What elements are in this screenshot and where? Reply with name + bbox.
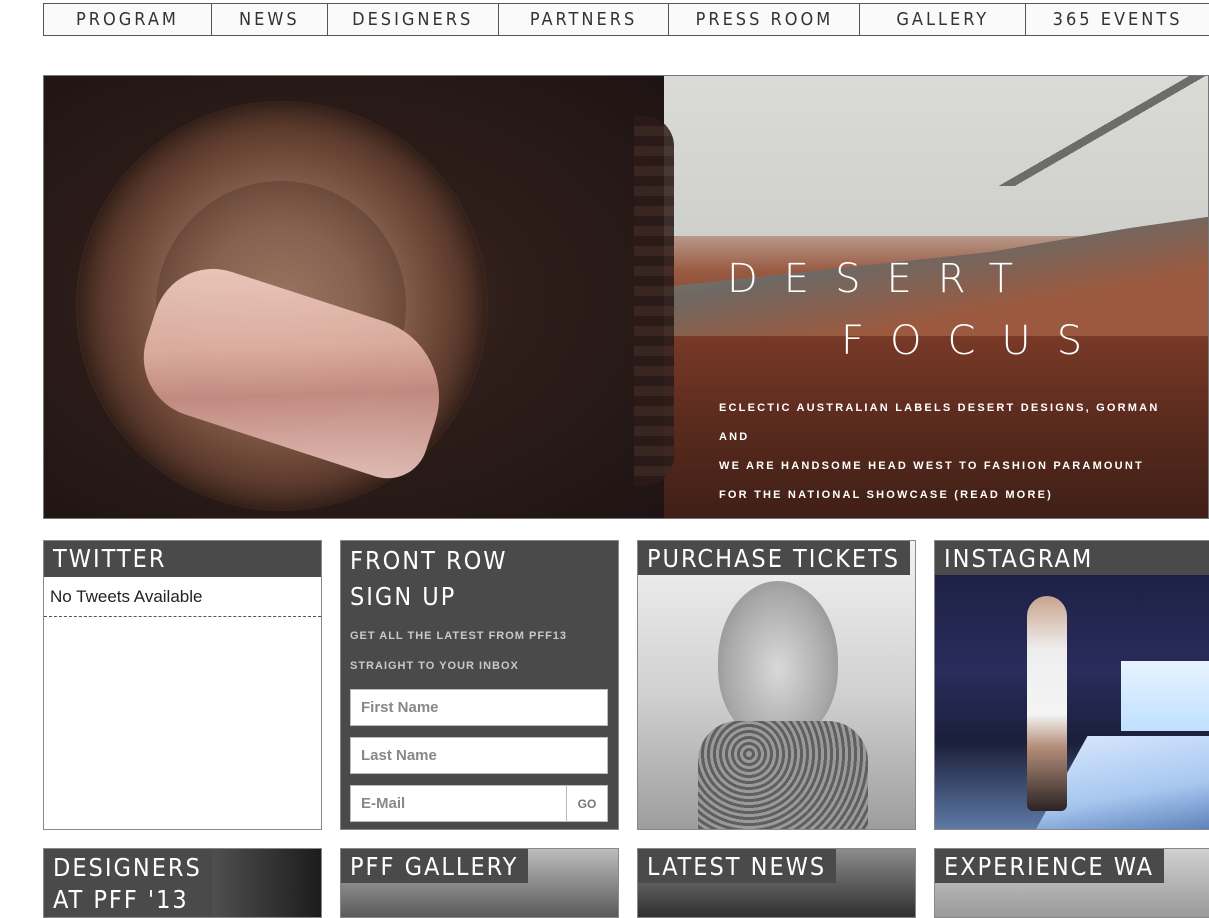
twitter-panel: TWITTER No Tweets Available bbox=[43, 540, 322, 830]
designers-panel[interactable]: DESIGNERS AT PFF '13 bbox=[43, 848, 322, 918]
hero-conveyor bbox=[994, 76, 1208, 186]
hero-caption-line3[interactable]: FOR THE NATIONAL SHOWCASE (READ MORE) bbox=[719, 481, 1179, 510]
go-button[interactable]: GO bbox=[566, 786, 607, 821]
last-name-field[interactable]: Last Name bbox=[350, 737, 608, 774]
nav-press-room[interactable]: PRESS ROOM bbox=[669, 4, 861, 35]
tickets-model-face bbox=[718, 581, 838, 741]
nav-news[interactable]: NEWS bbox=[212, 4, 328, 35]
hero-caption[interactable]: ECLECTIC AUSTRALIAN LABELS DESERT DESIGN… bbox=[719, 394, 1179, 510]
designers-title-line1: DESIGNERS bbox=[53, 853, 202, 882]
signup-subtitle-line1: GET ALL THE LATEST FROM PFF13 bbox=[350, 630, 568, 642]
designers-title-line2: AT PFF '13 bbox=[53, 885, 189, 914]
hero-title-line2: FOCUS bbox=[841, 318, 1109, 364]
news-title[interactable]: LATEST NEWS bbox=[638, 849, 837, 883]
experience-title[interactable]: EXPERIENCE WA bbox=[935, 849, 1164, 883]
signup-subtitle: GET ALL THE LATEST FROM PFF13 STRAIGHT T… bbox=[341, 615, 618, 681]
tickets-title[interactable]: PURCHASE TICKETS bbox=[638, 541, 911, 575]
gallery-title[interactable]: PFF GALLERY bbox=[341, 849, 529, 883]
experience-panel[interactable]: EXPERIENCE WA bbox=[934, 848, 1209, 918]
signup-title-line1: FRONT ROW bbox=[350, 546, 508, 575]
tickets-model-dress bbox=[698, 721, 868, 829]
hero-caption-line2: WE ARE HANDSOME HEAD WEST TO FASHION PAR… bbox=[719, 460, 1144, 472]
hero-caption-line1: ECLECTIC AUSTRALIAN LABELS DESERT DESIGN… bbox=[719, 402, 1160, 443]
twitter-title: TWITTER bbox=[44, 541, 321, 577]
instagram-model bbox=[1027, 596, 1067, 811]
tire-tread bbox=[634, 116, 674, 486]
nav-gallery[interactable]: GALLERY bbox=[860, 4, 1027, 35]
signup-panel: FRONT ROW SIGN UP GET ALL THE LATEST FRO… bbox=[340, 540, 619, 830]
hero-banner[interactable]: DESERT FOCUS ECLECTIC AUSTRALIAN LABELS … bbox=[43, 75, 1209, 519]
main-nav: PROGRAM NEWS DESIGNERS PARTNERS PRESS RO… bbox=[43, 3, 1209, 36]
nav-365-events[interactable]: 365 EVENTS bbox=[1026, 4, 1209, 35]
first-name-field[interactable]: First Name bbox=[350, 689, 608, 726]
signup-subtitle-line2: STRAIGHT TO YOUR INBOX bbox=[350, 660, 519, 672]
hero-tire-image bbox=[44, 76, 674, 518]
signup-title: FRONT ROW SIGN UP bbox=[341, 541, 618, 615]
gallery-panel[interactable]: PFF GALLERY bbox=[340, 848, 619, 918]
signup-title-line2: SIGN UP bbox=[350, 582, 457, 611]
email-field[interactable]: E-Mail GO bbox=[350, 785, 608, 822]
news-panel[interactable]: LATEST NEWS bbox=[637, 848, 916, 918]
instagram-title[interactable]: INSTAGRAM bbox=[935, 541, 1209, 575]
hero-title-line1: DESERT bbox=[727, 256, 1040, 302]
nav-program[interactable]: PROGRAM bbox=[44, 4, 212, 35]
twitter-message: No Tweets Available bbox=[44, 577, 321, 617]
designers-title[interactable]: DESIGNERS AT PFF '13 bbox=[44, 849, 212, 917]
tickets-panel[interactable]: PURCHASE TICKETS bbox=[637, 540, 916, 830]
nav-partners[interactable]: PARTNERS bbox=[499, 4, 670, 35]
instagram-screen bbox=[1121, 661, 1209, 731]
email-placeholder: E-Mail bbox=[361, 795, 406, 812]
instagram-panel[interactable]: INSTAGRAM bbox=[934, 540, 1209, 830]
nav-designers[interactable]: DESIGNERS bbox=[328, 4, 499, 35]
